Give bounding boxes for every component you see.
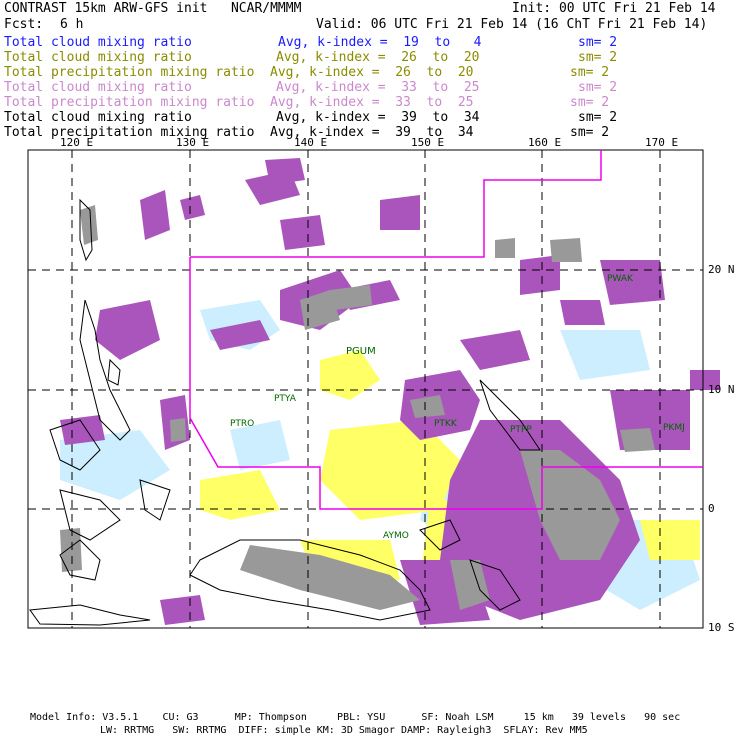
- station-label: PKMJ: [663, 423, 685, 433]
- lat-label: 20 N: [708, 263, 735, 276]
- station-label: PWAK: [607, 274, 633, 284]
- lon-label: 150 E: [411, 136, 445, 149]
- station-label: PTPP: [510, 425, 532, 435]
- station-label: PTKK: [434, 419, 457, 429]
- station-label: AYMO: [383, 531, 409, 541]
- lat-label: 10 S: [708, 621, 735, 634]
- forecast-map: [27, 149, 720, 629]
- model-info-line1: Model Info: V3.5.1 CU: G3 MP: Thompson P…: [30, 712, 681, 723]
- lon-label: 170 E: [645, 136, 679, 149]
- lat-label: 0: [708, 502, 715, 515]
- lon-label: 140 E: [294, 136, 328, 149]
- station-label: PGUM: [346, 346, 376, 357]
- station-label: PTRO: [230, 419, 255, 429]
- lon-label: 120 E: [60, 136, 94, 149]
- station-label: PTYA: [274, 394, 296, 404]
- model-info-line2: LW: RRTMG SW: RRTMG DIFF: simple KM: 3D …: [100, 725, 588, 736]
- lon-label: 160 E: [528, 136, 562, 149]
- lat-label: 10 N: [708, 383, 735, 396]
- lon-label: 130 E: [176, 136, 210, 149]
